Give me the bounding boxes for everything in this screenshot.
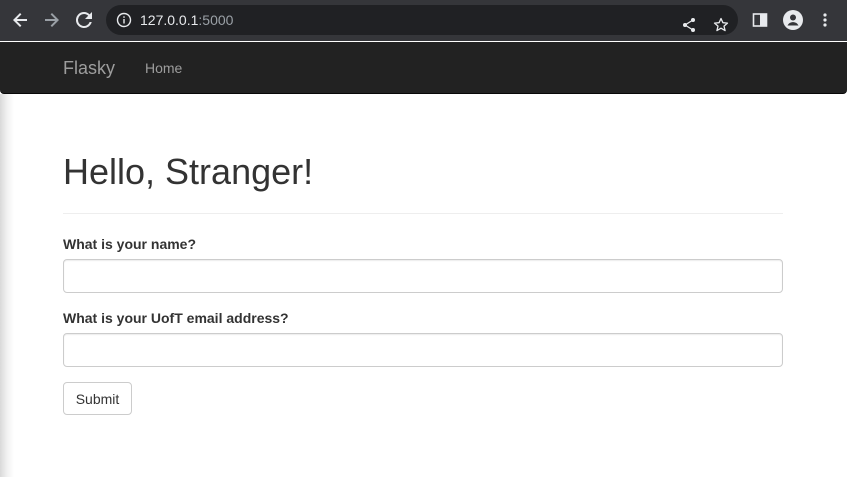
url-port: :5000	[198, 12, 234, 28]
name-label: What is your name?	[63, 236, 197, 252]
kebab-menu-icon	[823, 13, 827, 27]
arrow-right-icon	[45, 13, 59, 27]
browser-toolbar: 127.0.0.1:5000	[0, 0, 847, 41]
back-button[interactable]	[8, 8, 32, 32]
reload-icon	[75, 11, 92, 28]
side-panel-icon	[752, 13, 768, 27]
bookmark-button[interactable]	[709, 13, 733, 37]
nav-link-home[interactable]: Home	[145, 60, 182, 76]
profile-icon	[783, 10, 803, 30]
side-panel-button[interactable]	[748, 8, 772, 32]
page-title: Hello, Stranger!	[63, 151, 314, 192]
arrow-left-icon	[13, 13, 27, 27]
email-input[interactable]	[63, 333, 783, 367]
url-text[interactable]: 127.0.0.1:5000	[140, 12, 233, 28]
menu-button[interactable]	[813, 8, 837, 32]
star-icon	[713, 17, 729, 32]
forward-button[interactable]	[40, 8, 64, 32]
submit-button[interactable]: Submit	[63, 382, 132, 415]
site-navbar: Flasky Home	[0, 42, 847, 94]
share-icon	[683, 18, 695, 32]
share-button[interactable]	[677, 13, 701, 37]
reload-button[interactable]	[72, 8, 96, 32]
name-input[interactable]	[63, 259, 783, 293]
navbar-brand[interactable]: Flasky	[63, 58, 115, 78]
profile-button[interactable]	[781, 8, 805, 32]
page-header: Hello, Stranger!	[63, 150, 783, 214]
left-edge-shadow	[0, 94, 14, 477]
address-bar[interactable]: 127.0.0.1:5000	[106, 5, 738, 35]
url-host: 127.0.0.1	[140, 12, 199, 28]
email-label: What is your UofT email address?	[63, 310, 289, 326]
info-icon[interactable]	[116, 12, 132, 28]
